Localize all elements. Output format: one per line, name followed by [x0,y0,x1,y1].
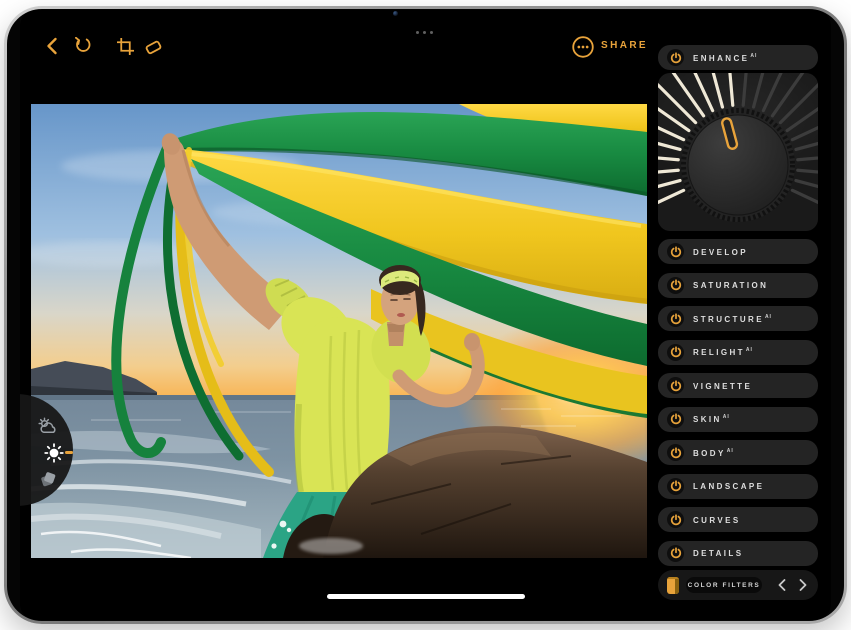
adjustment-row-enhance[interactable]: ENHANCEAI [658,45,818,70]
adjustment-row-develop[interactable]: DEVELOP [658,239,818,264]
filters-stack-icon [37,468,59,490]
crop-button[interactable] [115,36,135,56]
adjustment-rows: DEVELOP SATURATION STRUCTUREAI RELIGHTAI [658,239,818,566]
enhance-knob-panel [658,73,818,231]
power-toggle-icon[interactable] [667,478,684,495]
light-cloud-icon [37,416,59,438]
adjustment-row-saturation[interactable]: SATURATION [658,273,818,298]
share-button[interactable]: SHARE [601,40,648,51]
power-toggle-icon[interactable] [667,243,684,260]
back-chevron-icon [45,37,59,55]
photomator-screen: SHARE [20,10,831,620]
adjustment-row-vignette[interactable]: VIGNETTE [658,373,818,398]
side-menu-item-light[interactable] [37,416,59,438]
chevron-left-icon [778,579,786,591]
power-toggle-icon[interactable] [667,545,684,562]
screenshot: SHARE [0,0,851,630]
brightness-sun-icon [43,442,65,464]
adjustment-row-curves[interactable]: CURVES [658,507,818,532]
adjustment-row-details[interactable]: DETAILS [658,541,818,566]
side-menu-item-adjust[interactable] [43,442,65,464]
adjustment-row-skin[interactable]: SKINAI [658,407,818,432]
color-filter-icon [667,577,679,594]
side-menu-item-filters[interactable] [37,468,59,490]
enhance-label: ENHANCEAI [693,53,757,63]
power-toggle-icon[interactable] [667,377,684,394]
undo-icon [74,37,92,55]
more-options-icon [572,36,594,58]
eraser-icon [144,37,163,56]
filters-next-button[interactable] [797,579,809,591]
adjustment-row-landscape[interactable]: LANDSCAPE [658,474,818,499]
back-button[interactable] [42,36,62,56]
filters-footer-bar[interactable]: COLOR FILTERS [658,570,818,600]
adjustment-row-structure[interactable]: STRUCTUREAI [658,306,818,331]
color-filters-pill[interactable]: COLOR FILTERS [686,577,762,593]
more-options-button[interactable] [571,35,595,59]
chevron-right-icon [799,579,807,591]
enhance-knob[interactable] [658,73,818,231]
active-tool-tick [65,451,73,454]
power-toggle-icon[interactable] [667,511,684,528]
photo-canvas[interactable] [31,104,647,558]
front-camera [393,11,398,16]
multitask-indicator-icon[interactable] [416,31,433,34]
crop-icon [117,38,134,55]
power-toggle-icon[interactable] [667,310,684,327]
power-toggle-icon[interactable] [667,49,684,66]
adjustment-row-relight[interactable]: RELIGHTAI [658,340,818,365]
power-toggle-icon[interactable] [667,444,684,461]
home-indicator[interactable] [327,594,525,599]
power-toggle-icon[interactable] [667,344,684,361]
power-toggle-icon[interactable] [667,277,684,294]
repair-button[interactable] [143,36,163,56]
filters-prev-button[interactable] [776,579,788,591]
power-toggle-icon[interactable] [667,411,684,428]
adjustment-row-body[interactable]: BODYAI [658,440,818,465]
undo-button[interactable] [73,36,93,56]
